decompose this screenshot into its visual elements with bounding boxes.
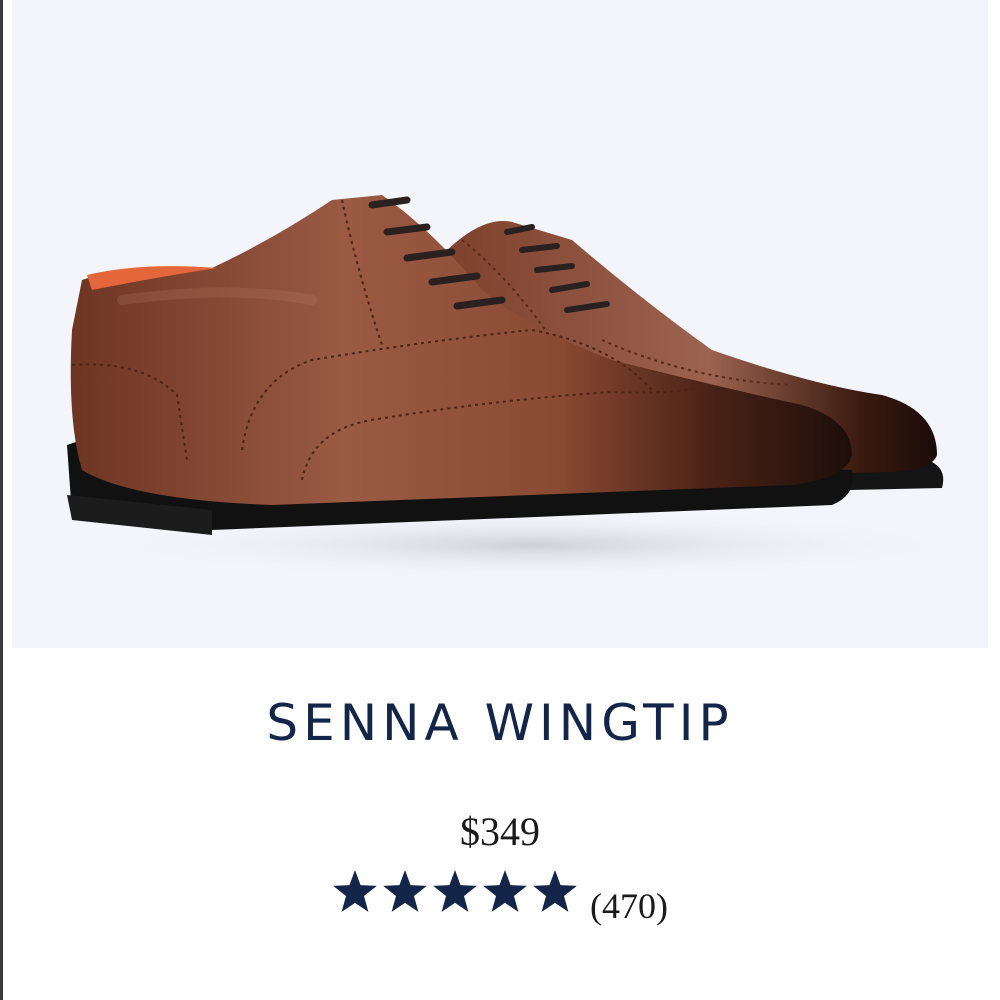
product-name[interactable]: SENNA WINGTIP <box>0 692 1000 754</box>
review-count[interactable]: (470) <box>590 884 668 928</box>
star-icon <box>332 870 378 914</box>
star-icon <box>532 870 578 914</box>
star-icon <box>432 870 478 914</box>
star-icon <box>382 870 428 914</box>
shoe-illustration <box>67 195 962 580</box>
star-rating <box>332 870 578 914</box>
product-price: $349 <box>460 809 540 854</box>
product-image[interactable] <box>12 0 988 648</box>
star-icon <box>482 870 528 914</box>
product-rating[interactable]: (470) <box>0 870 1000 926</box>
